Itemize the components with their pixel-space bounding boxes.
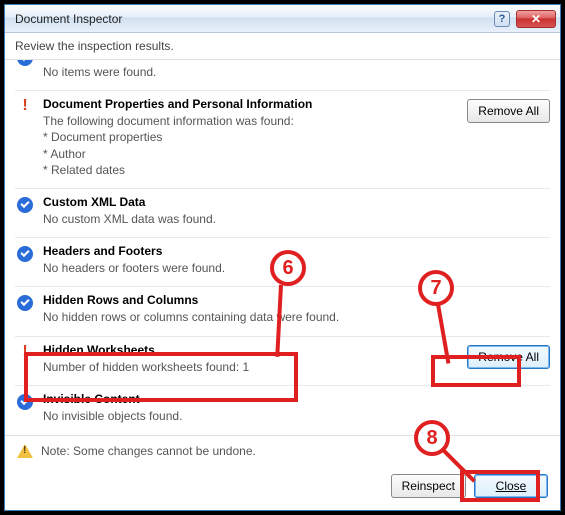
close-window-button[interactable]: ✕ (516, 10, 556, 28)
footer-buttons: Reinspect Close (5, 466, 560, 510)
check-icon (17, 246, 33, 262)
exclamation-icon: ! (22, 99, 27, 178)
section-line: The following document information was f… (43, 113, 452, 129)
warning-icon (17, 444, 33, 458)
check-icon (17, 197, 33, 213)
remove-all-button[interactable]: Remove All (467, 345, 550, 369)
section-line: * Document properties (43, 129, 452, 145)
section-headers-footers: Headers and Footers No headers or footer… (15, 238, 550, 287)
section-custom-xml: Custom XML Data No custom XML data was f… (15, 189, 550, 238)
footer-note: Note: Some changes cannot be undone. (5, 435, 560, 466)
section-line: Number of hidden worksheets found: 1 (43, 359, 452, 375)
section-line: No custom XML data was found. (43, 211, 452, 227)
footer-note-text: Note: Some changes cannot be undone. (41, 444, 256, 458)
help-icon[interactable]: ? (494, 11, 510, 27)
section-hidden-worksheets: ! Hidden Worksheets Number of hidden wor… (15, 337, 550, 386)
section-invisible-content: Invisible Content No invisible objects f… (15, 386, 550, 434)
check-icon (17, 60, 33, 66)
section-title: Custom XML Data (43, 195, 452, 209)
section-title: Headers and Footers (43, 244, 452, 258)
section-line: No items were found. (43, 64, 452, 80)
check-icon (17, 394, 33, 410)
document-inspector-dialog: Document Inspector ? ✕ Review the inspec… (4, 4, 561, 511)
section-comments: Comments and Annotations No items were f… (15, 60, 550, 91)
section-title: Document Properties and Personal Informa… (43, 97, 452, 111)
section-doc-properties: ! Document Properties and Personal Infor… (15, 91, 550, 189)
reinspect-button[interactable]: Reinspect (391, 474, 466, 498)
section-line: No hidden rows or columns containing dat… (43, 309, 452, 325)
section-title: Hidden Worksheets (43, 343, 452, 357)
exclamation-icon: ! (22, 345, 27, 375)
section-line: * Author (43, 146, 452, 162)
section-line: No invisible objects found. (43, 408, 452, 424)
check-icon (17, 295, 33, 311)
section-line: No headers or footers were found. (43, 260, 452, 276)
section-title: Invisible Content (43, 392, 452, 406)
close-button[interactable]: Close (474, 474, 548, 498)
titlebar: Document Inspector ? ✕ (5, 5, 560, 33)
window-title: Document Inspector (15, 12, 494, 26)
results-scroll-area[interactable]: Comments and Annotations No items were f… (5, 60, 560, 435)
subheader-text: Review the inspection results. (5, 33, 560, 60)
section-hidden-rows-cols: Hidden Rows and Columns No hidden rows o… (15, 287, 550, 336)
section-line: * Related dates (43, 162, 452, 178)
section-title: Hidden Rows and Columns (43, 293, 452, 307)
section-title: Comments and Annotations (43, 60, 452, 62)
remove-all-button[interactable]: Remove All (467, 99, 550, 123)
